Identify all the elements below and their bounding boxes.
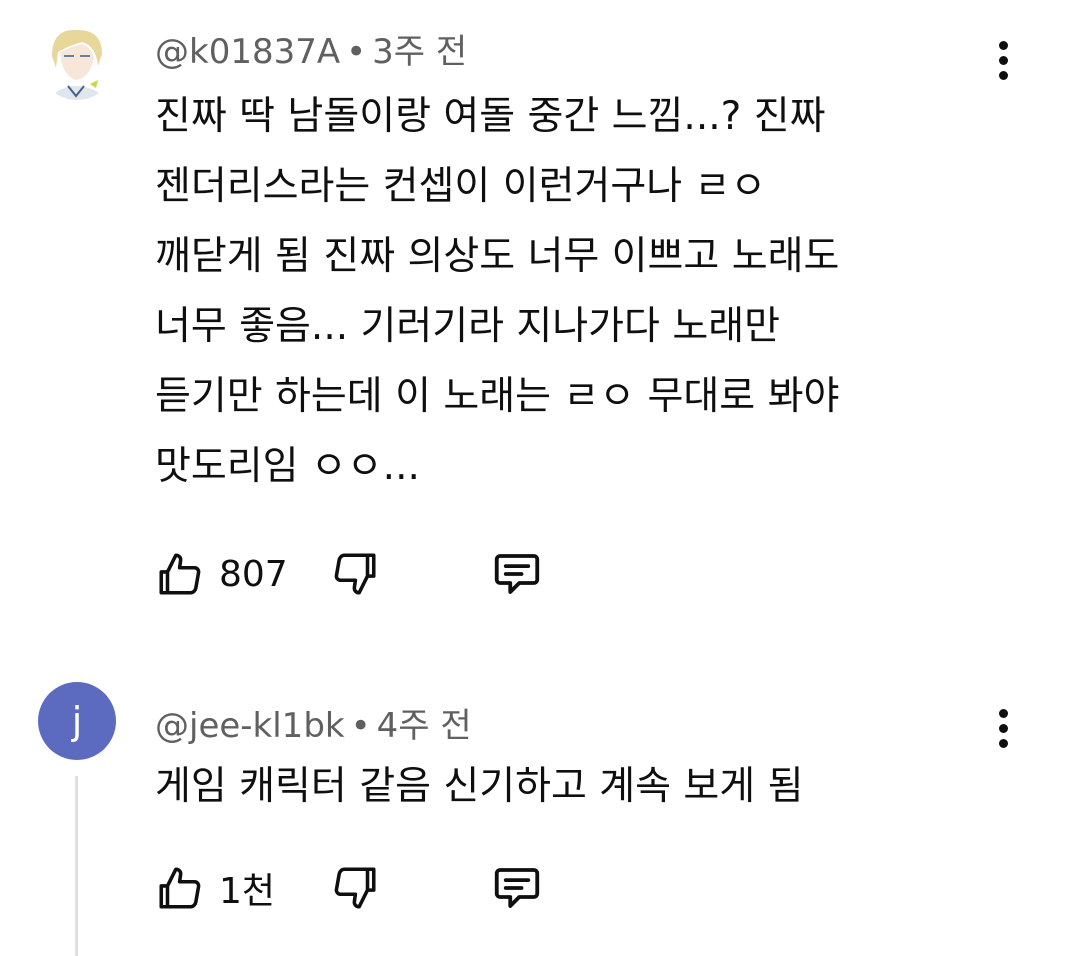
thumbs-down-icon xyxy=(334,553,376,595)
thumbs-up-icon xyxy=(159,553,201,595)
comment-meta: @jee-kl1bk • 4주 전 xyxy=(155,698,472,747)
author-avatar[interactable]: j xyxy=(38,682,116,760)
more-vert-icon[interactable] xyxy=(986,698,1020,758)
like-count: 1천 xyxy=(219,871,276,912)
author-avatar[interactable] xyxy=(38,22,116,100)
thread-line xyxy=(75,776,78,956)
reply-icon xyxy=(494,868,540,908)
comment-item: @k01837A • 3주 전 진짜 딱 남돌이랑 여돌 중간 느낌...? 진짜 … xyxy=(0,0,1080,650)
thumbs-up-icon xyxy=(159,867,201,909)
illustrated-character-avatar-icon xyxy=(38,22,116,100)
thumbs-down-icon xyxy=(334,867,376,909)
more-vert-icon[interactable] xyxy=(986,30,1020,90)
comment-actions: 807 xyxy=(155,544,544,604)
reply-button[interactable] xyxy=(490,861,544,915)
author-name[interactable]: @k01837A xyxy=(155,32,340,72)
like-button[interactable]: 1천 xyxy=(155,862,330,914)
like-count: 807 xyxy=(219,553,288,595)
comment-time[interactable]: 3주 전 xyxy=(372,32,467,72)
comment-line: 듣기만 하는데 이 노래는 ㄹㅇ 무대로 봐야 xyxy=(155,374,840,419)
avatar-letter: j xyxy=(71,699,83,743)
comment-meta: @k01837A • 3주 전 xyxy=(155,24,467,73)
comment-line: 게임 캐릭터 같음 신기하고 계속 보게 됨 xyxy=(155,764,804,809)
dislike-button[interactable] xyxy=(330,549,490,599)
meta-separator: • xyxy=(350,706,371,746)
comment-time[interactable]: 4주 전 xyxy=(377,706,472,746)
reply-button[interactable] xyxy=(490,547,544,601)
comment-line: 너무 좋음... 기러기라 지나가다 노래만 xyxy=(155,304,780,349)
comment-line: 깨닫게 됨 진짜 의상도 너무 이쁘고 노래도 xyxy=(155,234,840,279)
comment-text: 게임 캐릭터 같음 신기하고 계속 보게 됨 xyxy=(155,752,803,822)
author-name[interactable]: @jee-kl1bk xyxy=(155,706,345,746)
comment-line: 맛도리임 ㅇㅇ... xyxy=(155,444,420,489)
comment-text: 진짜 딱 남돌이랑 여돌 중간 느낌...? 진짜 젠더리스라는 컨셉이 이런거… xyxy=(155,82,839,502)
like-button[interactable]: 807 xyxy=(155,549,330,599)
dislike-button[interactable] xyxy=(330,863,490,913)
comment-line: 젠더리스라는 컨셉이 이런거구나 ㄹㅇ xyxy=(155,164,767,209)
comment-actions: 1천 xyxy=(155,858,544,918)
comment-item: j @jee-kl1bk • 4주 전 게임 캐릭터 같음 신기하고 계속 보게 됨… xyxy=(0,672,1080,956)
comment-line: 진짜 딱 남돌이랑 여돌 중간 느낌...? 진짜 xyxy=(155,94,826,139)
reply-icon xyxy=(494,554,540,594)
meta-separator: • xyxy=(346,32,367,72)
